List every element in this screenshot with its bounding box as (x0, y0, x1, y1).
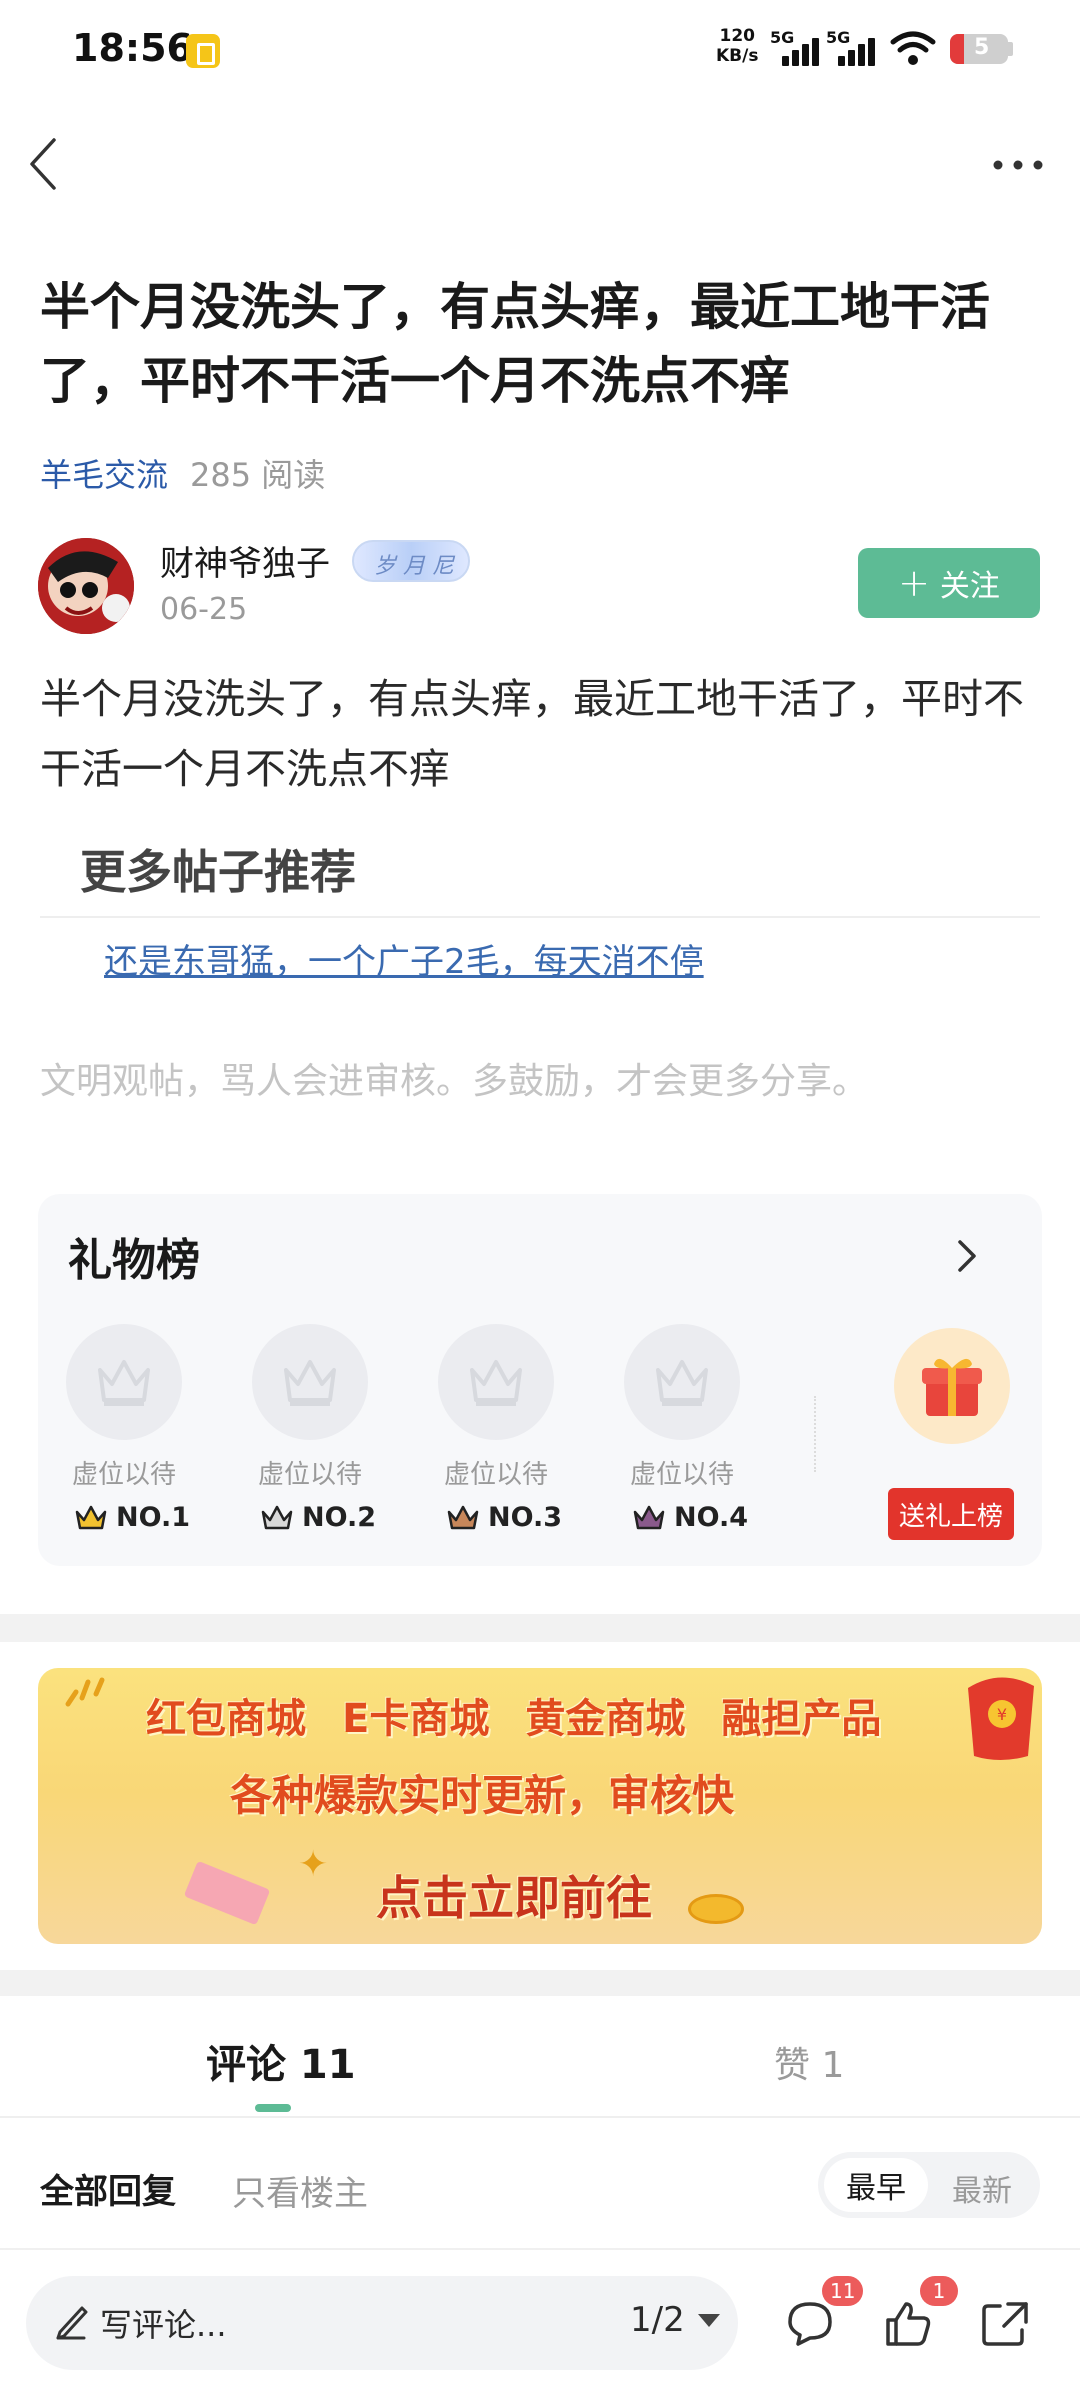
post-body: 半个月没洗头了，有点头痒，最近工地干活了，平时不干活一个月不洗点不痒 (40, 675, 1024, 793)
wifi-icon (890, 31, 936, 65)
notification-app-icon (186, 34, 220, 68)
more-posts-heading: 更多帖子推荐 (80, 845, 356, 899)
gift-slot-rank: NO.4 (632, 1502, 748, 1533)
read-count: 285 阅读 (190, 456, 326, 494)
red-envelope-mascot-icon: ¥ (968, 1677, 1034, 1760)
crown-outline-icon (656, 1360, 708, 1406)
crown-outline-icon (470, 1360, 522, 1406)
crown-rank-icon (633, 1505, 665, 1529)
gift-slot-label: 虚位以待 (72, 1460, 177, 1490)
tab-divider (0, 2116, 1080, 2118)
post-meta: 羊毛交流 285 阅读 (40, 450, 325, 496)
gift-slot-placeholder (624, 1324, 740, 1440)
tab-likes[interactable]: 赞 1 (774, 2036, 844, 2088)
chevron-right-icon[interactable] (952, 1236, 982, 1276)
post-title: 半个月没洗头了，有点头痒，最近工地干活了，平时不干活一个月不洗点不痒 (40, 278, 990, 410)
crown-rank-icon (261, 1505, 293, 1529)
crown-outline-icon (284, 1360, 336, 1406)
sparkle-icon: ✦ (298, 1844, 329, 1885)
section-divider (0, 1614, 1080, 1642)
spark-lines-icon (65, 1677, 105, 1707)
svg-text:¥: ¥ (997, 1705, 1007, 1724)
gift-slot-placeholder (438, 1324, 554, 1440)
gift-slot-rank: NO.2 (260, 1502, 376, 1533)
category-link[interactable]: 羊毛交流 (40, 456, 168, 494)
more-options-icon[interactable] (990, 150, 1046, 180)
banner-categories: 红包商城 E卡商城 黄金商城 融担产品 (146, 1696, 882, 1742)
coin-icon (688, 1894, 744, 1924)
banner-tagline: 各种爆款实时更新，审核快 (230, 1771, 735, 1820)
sort-earliest-button[interactable]: 最早 (824, 2158, 928, 2212)
gift-slot-label: 虚位以待 (258, 1460, 363, 1490)
active-tab-indicator (255, 2104, 291, 2112)
gift-slot-rank: NO.1 (74, 1502, 190, 1533)
crown-outline-icon (98, 1360, 150, 1406)
gift-slot-rank: NO.3 (446, 1502, 562, 1533)
share-icon[interactable] (978, 2296, 1034, 2352)
section-divider-2 (0, 1970, 1080, 1996)
recommended-post-link[interactable]: 还是东哥猛，一个广子2毛，每天消不停 (104, 934, 704, 983)
status-time: 18:56 (72, 26, 193, 70)
gift-slot-label: 虚位以待 (444, 1460, 549, 1490)
caret-down-icon[interactable] (698, 2314, 720, 2327)
sort-latest-button[interactable]: 最新 (952, 2166, 1012, 2210)
gift-slot-placeholder (252, 1324, 368, 1440)
author-avatar[interactable] (38, 538, 134, 634)
promo-banner[interactable]: ✦ 红包商城 E卡商城 黄金商城 融担产品 各种爆款实时更新，审核快 点击立即前往 ¥ (38, 1668, 1042, 1944)
tab-comments[interactable]: 评论 11 (206, 2032, 356, 2090)
post-date: 06-25 (160, 592, 248, 627)
plus-icon: + (898, 561, 930, 605)
send-gift-button[interactable]: 送礼上榜 (888, 1488, 1014, 1540)
banner-cta[interactable]: 点击立即前往 (376, 1862, 652, 1928)
gift-slot-placeholder (66, 1324, 182, 1440)
signal-bars-2-icon (838, 36, 880, 66)
back-arrow-icon[interactable] (24, 136, 64, 192)
network-speed: 120 KB/s (716, 26, 759, 66)
signal-bars-1-icon (782, 36, 824, 66)
battery-icon: 5 (950, 34, 1008, 64)
battery-tip (1008, 42, 1013, 56)
filter-all-replies[interactable]: 全部回复 (40, 2164, 176, 2213)
like-count-badge: 1 (920, 2276, 958, 2306)
page-indicator[interactable]: 1/2 (630, 2300, 685, 2340)
divider (40, 916, 1040, 918)
filter-owner-only[interactable]: 只看楼主 (232, 2166, 368, 2215)
crown-rank-icon (447, 1505, 479, 1529)
bottom-divider (0, 2248, 1080, 2250)
pen-icon (56, 2306, 88, 2340)
author-name[interactable]: 财神爷独子 (160, 536, 330, 585)
gift-box-icon[interactable] (894, 1328, 1010, 1444)
decorative-note (183, 1860, 271, 1926)
gift-separator (814, 1396, 816, 1472)
follow-button[interactable]: + 关注 (858, 548, 1040, 618)
civility-note: 文明观帖，骂人会进审核。多鼓励，才会更多分享。 (40, 1061, 869, 1102)
gift-slot-label: 虚位以待 (630, 1460, 735, 1490)
author-level-badge: 岁 月 尼 (352, 540, 470, 582)
crown-rank-icon (75, 1505, 107, 1529)
comment-placeholder[interactable]: 写评论... (100, 2300, 227, 2346)
comment-count-badge: 11 (822, 2276, 864, 2306)
gift-board-title[interactable]: 礼物榜 (68, 1224, 200, 1288)
